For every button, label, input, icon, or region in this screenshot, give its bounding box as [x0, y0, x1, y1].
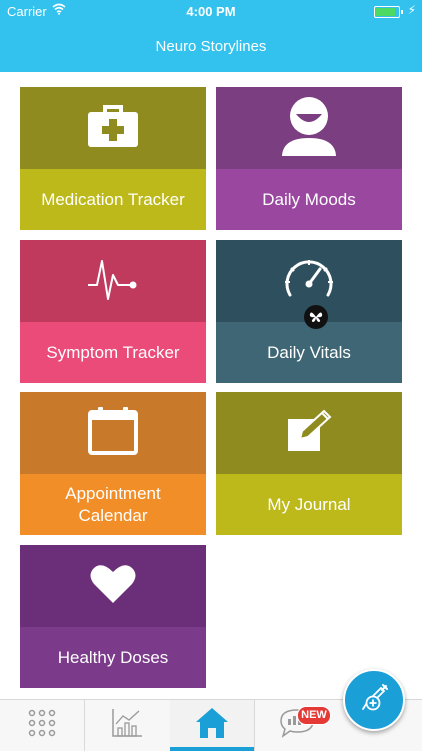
tab-charts[interactable]	[85, 700, 169, 751]
tile-label: Symptom Tracker	[20, 322, 206, 383]
bar-chart-icon	[111, 708, 143, 743]
speedometer-gauge-icon	[282, 255, 336, 308]
tile-icon-area	[216, 87, 402, 169]
tile-label-line: Calendar	[78, 505, 148, 525]
tile-label: Healthy Doses	[20, 627, 206, 688]
tile-healthy-doses[interactable]: Healthy Doses	[20, 545, 206, 688]
tile-label: Daily Moods	[216, 169, 402, 230]
tile-icon-area	[216, 392, 402, 474]
tile-icon-area	[20, 392, 206, 474]
home-icon	[195, 707, 229, 744]
tile-icon-area	[20, 87, 206, 169]
tile-daily-moods[interactable]: Daily Moods	[216, 87, 402, 230]
tile-icon-area	[20, 545, 206, 627]
tile-daily-vitals[interactable]: Daily Vitals	[216, 240, 402, 383]
medical-kit-icon	[87, 104, 139, 153]
add-dose-button[interactable]	[343, 669, 405, 731]
page-title: Neuro Storylines	[155, 38, 267, 55]
syringe-plus-icon	[358, 682, 390, 719]
new-badge: NEW	[297, 706, 331, 725]
app-header: Carrier 4:00 PM ⚡ Neuro Storylines	[0, 0, 422, 72]
heartbeat-line-icon	[87, 257, 139, 306]
tab-menu[interactable]	[0, 700, 84, 751]
charging-bolt-icon: ⚡	[407, 3, 416, 17]
tile-symptom-tracker[interactable]: Symptom Tracker	[20, 240, 206, 383]
tile-label: Appointment Calendar	[20, 474, 206, 535]
butterfly-badge-icon	[304, 305, 328, 329]
grid-menu-icon	[28, 709, 56, 742]
notepad-pencil-icon	[286, 409, 332, 458]
tab-home[interactable]	[170, 700, 254, 751]
status-bar: Carrier 4:00 PM ⚡	[0, 3, 422, 20]
tile-label: Daily Vitals	[216, 322, 402, 383]
tile-my-journal[interactable]: My Journal	[216, 392, 402, 535]
tile-label: Medication Tracker	[20, 169, 206, 230]
battery-icon	[374, 6, 403, 18]
heart-icon	[90, 564, 136, 609]
tile-label: My Journal	[216, 474, 402, 535]
tile-appointment-calendar[interactable]: Appointment Calendar	[20, 392, 206, 535]
tile-label-line: Appointment	[65, 483, 161, 503]
tile-icon-area	[20, 240, 206, 322]
tile-medication-tracker[interactable]: Medication Tracker	[20, 87, 206, 230]
status-time: 4:00 PM	[186, 4, 236, 19]
calendar-icon	[87, 406, 139, 461]
smiling-face-icon	[281, 96, 337, 161]
